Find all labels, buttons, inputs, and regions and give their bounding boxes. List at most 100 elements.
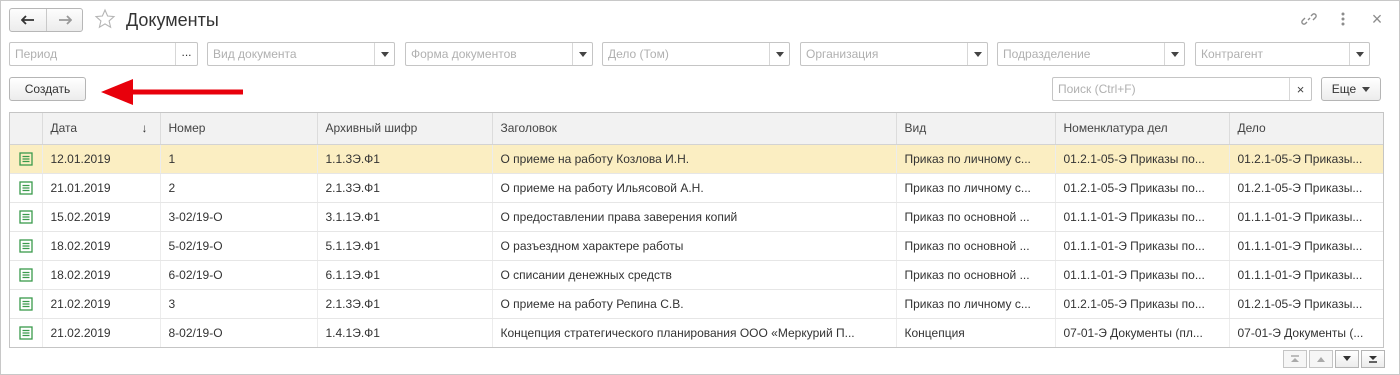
cell-nomenclature: 01.1.1-01-Э Приказы по... bbox=[1055, 202, 1230, 232]
table-row[interactable]: 18.02.2019 5-02/19-О 5.1.1Э.Ф1 О разъездном… bbox=[10, 231, 1383, 261]
cell-title: О разъездном характере работы bbox=[492, 231, 897, 261]
row-icon-cell bbox=[10, 144, 43, 174]
cell-title: О списании денежных средств bbox=[492, 260, 897, 290]
column-header-type[interactable]: Вид bbox=[896, 113, 1056, 145]
document-icon bbox=[19, 210, 33, 224]
cell-type: Приказ по основной ... bbox=[896, 231, 1056, 261]
cell-title: Концепция стратегического планирования О… bbox=[492, 318, 897, 347]
cell-date: 12.01.2019 bbox=[42, 144, 161, 174]
close-icon: × bbox=[1371, 8, 1383, 29]
column-header-archive-code[interactable]: Архивный шифр bbox=[317, 113, 493, 145]
column-header-title[interactable]: Заголовок bbox=[492, 113, 897, 145]
doc-type-dropdown[interactable] bbox=[374, 43, 394, 65]
search-clear-button[interactable]: × bbox=[1289, 78, 1311, 100]
row-icon-cell bbox=[10, 173, 43, 203]
cell-nomenclature: 07-01-Э Документы (пл... bbox=[1055, 318, 1230, 347]
column-header-case[interactable]: Дело bbox=[1229, 113, 1383, 145]
period-field[interactable]: Период ... bbox=[9, 42, 198, 66]
chevron-down-icon bbox=[578, 51, 587, 57]
scroll-prev-button[interactable] bbox=[1309, 350, 1333, 368]
department-dropdown[interactable] bbox=[1164, 43, 1184, 65]
cell-case: 01.2.1-05-Э Приказы... bbox=[1229, 289, 1383, 319]
column-header-icon bbox=[10, 113, 43, 145]
cell-title: О приеме на работу Козлова И.Н. bbox=[492, 144, 897, 174]
more-button-label: Еще bbox=[1331, 82, 1357, 96]
period-select-button[interactable]: ... bbox=[175, 43, 197, 65]
doc-type-field[interactable]: Вид документа bbox=[207, 42, 395, 66]
document-icon bbox=[19, 326, 33, 340]
cell-case: 01.1.1-01-Э Приказы... bbox=[1229, 260, 1383, 290]
link-button[interactable] bbox=[1301, 10, 1317, 28]
counterparty-dropdown[interactable] bbox=[1349, 43, 1369, 65]
row-icon-cell bbox=[10, 202, 43, 232]
row-icon-cell bbox=[10, 231, 43, 261]
cell-archive-code: 3.1.1Э.Ф1 bbox=[317, 202, 493, 232]
row-icon-cell bbox=[10, 318, 43, 347]
chevron-down-icon bbox=[1355, 51, 1364, 57]
title-bar: Документы × bbox=[1, 1, 1399, 39]
filter-bar: Период ... Вид документа Форма документо… bbox=[9, 42, 1384, 66]
cell-title: О приеме на работу Репина С.В. bbox=[492, 289, 897, 319]
cell-case: 01.1.1-01-Э Приказы... bbox=[1229, 202, 1383, 232]
cell-case: 07-01-Э Документы (... bbox=[1229, 318, 1383, 347]
table-row[interactable]: 21.02.2019 3 2.1.3Э.Ф1 О приеме на работу Р… bbox=[10, 289, 1383, 319]
forward-button[interactable] bbox=[46, 9, 82, 31]
cell-nomenclature: 01.2.1-05-Э Приказы по... bbox=[1055, 173, 1230, 203]
arrow-left-icon bbox=[21, 15, 34, 25]
cell-nomenclature: 01.2.1-05-Э Приказы по... bbox=[1055, 289, 1230, 319]
search-input[interactable]: Поиск (Ctrl+F) × bbox=[1052, 77, 1312, 101]
documents-window: Документы × Период ... Вид документа Фор… bbox=[0, 0, 1400, 375]
counterparty-field[interactable]: Контрагент bbox=[1195, 42, 1370, 66]
chevron-down-icon bbox=[973, 51, 982, 57]
table-row[interactable]: 15.02.2019 3-02/19-О 3.1.1Э.Ф1 О предоставл… bbox=[10, 202, 1383, 232]
first-page-icon bbox=[1291, 355, 1299, 362]
cell-type: Концепция bbox=[896, 318, 1056, 347]
cell-number: 3-02/19-О bbox=[160, 202, 318, 232]
case-dropdown[interactable] bbox=[769, 43, 789, 65]
document-icon bbox=[19, 181, 33, 195]
column-header-number[interactable]: Номер bbox=[160, 113, 318, 145]
cell-number: 5-02/19-О bbox=[160, 231, 318, 261]
cell-title: О предоставлении права заверения копий bbox=[492, 202, 897, 232]
window-actions: × bbox=[1301, 8, 1385, 29]
chevron-down-icon bbox=[1170, 51, 1179, 57]
favorite-button[interactable] bbox=[93, 7, 117, 31]
row-icon-cell bbox=[10, 289, 43, 319]
last-page-icon bbox=[1369, 356, 1377, 363]
scroll-first-button[interactable] bbox=[1283, 350, 1307, 368]
department-field[interactable]: Подразделение bbox=[997, 42, 1185, 66]
organization-field[interactable]: Организация bbox=[800, 42, 988, 66]
column-header-date[interactable]: Дата ↓ bbox=[42, 113, 161, 145]
table-row[interactable]: 12.01.2019 1 1.1.3Э.Ф1 О приеме на работу К… bbox=[10, 144, 1383, 174]
cell-archive-code: 2.1.3Э.Ф1 bbox=[317, 173, 493, 203]
doc-form-field[interactable]: Форма документов bbox=[405, 42, 593, 66]
organization-dropdown[interactable] bbox=[967, 43, 987, 65]
cell-type: Приказ по личному с... bbox=[896, 144, 1056, 174]
column-header-nomenclature[interactable]: Номенклатура дел bbox=[1055, 113, 1230, 145]
cell-number: 6-02/19-О bbox=[160, 260, 318, 290]
cell-archive-code: 5.1.1Э.Ф1 bbox=[317, 231, 493, 261]
cell-number: 1 bbox=[160, 144, 318, 174]
doc-form-dropdown[interactable] bbox=[572, 43, 592, 65]
scroll-next-button[interactable] bbox=[1335, 350, 1359, 368]
cell-case: 01.2.1-05-Э Приказы... bbox=[1229, 173, 1383, 203]
cell-date: 18.02.2019 bbox=[42, 231, 161, 261]
cell-type: Приказ по личному с... bbox=[896, 289, 1056, 319]
prev-page-icon bbox=[1317, 357, 1325, 362]
page-title: Документы bbox=[126, 10, 219, 30]
back-button[interactable] bbox=[10, 9, 46, 31]
documents-table: Дата ↓ Номер Архивный шифр Заголовок Вид … bbox=[9, 112, 1384, 348]
cell-archive-code: 1.4.1Э.Ф1 bbox=[317, 318, 493, 347]
scroll-last-button[interactable] bbox=[1361, 350, 1385, 368]
table-row[interactable]: 21.02.2019 8-02/19-О 1.4.1Э.Ф1 Концепция ст… bbox=[10, 318, 1383, 347]
create-button[interactable]: Создать bbox=[9, 77, 86, 101]
more-actions-button[interactable] bbox=[1335, 10, 1351, 28]
case-field[interactable]: Дело (Том) bbox=[602, 42, 790, 66]
chevron-down-icon bbox=[1362, 86, 1371, 92]
more-button[interactable]: Еще bbox=[1321, 77, 1381, 101]
cell-date: 15.02.2019 bbox=[42, 202, 161, 232]
table-row[interactable]: 18.02.2019 6-02/19-О 6.1.1Э.Ф1 О списании д… bbox=[10, 260, 1383, 290]
table-row[interactable]: 21.01.2019 2 2.1.3Э.Ф1 О приеме на работу И… bbox=[10, 173, 1383, 203]
cell-archive-code: 2.1.3Э.Ф1 bbox=[317, 289, 493, 319]
close-button[interactable]: × bbox=[1369, 8, 1385, 29]
